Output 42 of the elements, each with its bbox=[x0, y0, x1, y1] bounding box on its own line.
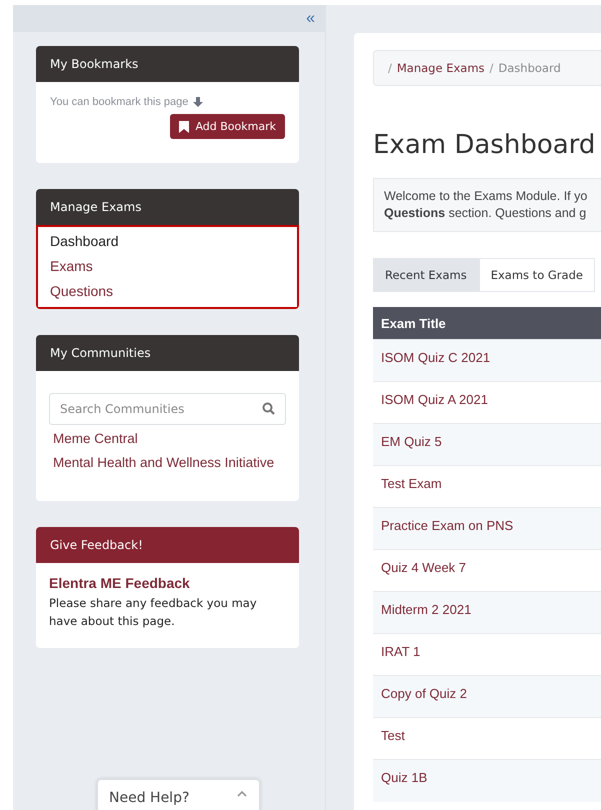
exam-title-cell[interactable]: IRAT 1 bbox=[373, 634, 601, 676]
community-link[interactable]: Meme Central bbox=[53, 431, 286, 446]
chevron-up-icon bbox=[237, 790, 247, 797]
search-field[interactable]: Search Communities bbox=[49, 393, 286, 425]
panel-header: My Communities bbox=[36, 335, 299, 371]
tab[interactable]: Exams to Grade bbox=[478, 258, 595, 292]
help-widget[interactable]: Need Help? bbox=[97, 779, 260, 810]
bookmark-hint: You can bookmark this page bbox=[50, 96, 285, 108]
panel-header: Manage Exams bbox=[36, 189, 299, 225]
arrow-down-icon bbox=[192, 96, 204, 108]
tab[interactable]: Recent Exams bbox=[373, 258, 479, 292]
menu-item[interactable]: Questions bbox=[50, 283, 114, 299]
exam-title-cell[interactable]: Quiz 4 Week 7 bbox=[373, 550, 601, 592]
column-header: Exam Title bbox=[373, 307, 601, 340]
exam-title-cell[interactable]: ISOM Quiz C 2021 bbox=[373, 340, 601, 382]
menu-item[interactable]: Exams bbox=[50, 258, 93, 274]
breadcrumb-link[interactable]: Manage Exams bbox=[396, 61, 485, 75]
menu-item[interactable]: Dashboard bbox=[50, 233, 118, 249]
exam-title-cell[interactable]: Midterm 2 2021 bbox=[373, 592, 601, 634]
search-icon bbox=[262, 402, 275, 415]
exam-title-cell[interactable]: ISOM Quiz A 2021 bbox=[373, 382, 601, 424]
notice-line: Questions section. Questions and g bbox=[384, 205, 588, 222]
help-label: Need Help? bbox=[109, 790, 190, 806]
feedback-text: Please share any feedback you may have about this page. bbox=[49, 595, 258, 630]
exam-title-cell[interactable]: Quiz 1B bbox=[373, 760, 601, 802]
exam-title-cell[interactable]: Test bbox=[373, 718, 601, 760]
exam-title-cell[interactable]: Test Exam bbox=[373, 466, 601, 508]
panel-header: Give Feedback! bbox=[36, 527, 299, 563]
page-title: Exam Dashboard bbox=[373, 130, 596, 160]
exam-title-cell[interactable]: Copy of Quiz 2 bbox=[373, 676, 601, 718]
exam-title-cell[interactable]: Practice Exam on PNS bbox=[373, 508, 601, 550]
feedback-link[interactable]: Elentra ME Feedback bbox=[49, 575, 286, 591]
breadcrumb-separator: / bbox=[388, 61, 392, 75]
breadcrumb-current: Dashboard bbox=[498, 61, 561, 75]
breadcrumb-separator: / bbox=[490, 61, 494, 75]
community-link[interactable]: Mental Health and Wellness Initiative bbox=[53, 455, 286, 470]
collapse-button[interactable]: « bbox=[306, 10, 315, 26]
panel-header: My Bookmarks bbox=[36, 46, 299, 82]
notice-line: Welcome to the Exams Module. If yo bbox=[384, 188, 588, 205]
bookmark-icon bbox=[179, 120, 190, 132]
add-bookmark-button[interactable]: Add Bookmark bbox=[170, 114, 285, 139]
exam-title-cell[interactable]: EM Quiz 5 bbox=[373, 424, 601, 466]
